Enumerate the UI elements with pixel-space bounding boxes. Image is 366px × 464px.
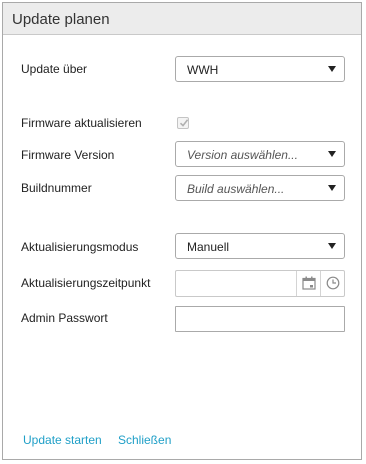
update-mode-label: Aktualisierungsmodus [21,240,139,254]
admin-password-input[interactable] [175,306,345,332]
dialog-title: Update planen [12,11,110,28]
build-number-placeholder: Build auswählen... [187,182,285,196]
chevron-down-icon [328,66,336,72]
chevron-down-icon [328,151,336,157]
update-via-select[interactable]: WWH [175,56,345,82]
firmware-version-label: Firmware Version [21,148,115,162]
update-time-label: Aktualisierungszeitpunkt [21,276,151,290]
update-via-value: WWH [187,63,219,77]
calendar-icon [302,276,316,290]
start-update-link[interactable]: Update starten [23,433,102,447]
admin-password-label: Admin Passwort [21,311,108,325]
firmware-update-label: Firmware aktualisieren [21,116,142,130]
check-icon [179,119,189,127]
build-number-label: Buildnummer [21,181,92,195]
chevron-down-icon [328,243,336,249]
update-plan-dialog: Update planen Update über WWH Firmware a… [2,2,362,460]
firmware-version-select[interactable]: Version auswählen... [175,141,345,167]
firmware-update-checkbox[interactable] [177,117,189,129]
update-mode-value: Manuell [187,240,230,254]
firmware-version-placeholder: Version auswählen... [187,148,298,162]
update-via-label: Update über [21,62,88,76]
clock-button[interactable] [320,271,344,296]
update-mode-select[interactable]: Manuell [175,233,345,259]
chevron-down-icon [328,185,336,191]
clock-icon [326,276,340,290]
build-number-select[interactable]: Build auswählen... [175,175,345,201]
close-link[interactable]: Schließen [118,433,171,447]
dialog-header: Update planen [3,3,361,35]
calendar-button[interactable] [296,271,320,296]
update-time-picker[interactable] [175,270,345,297]
